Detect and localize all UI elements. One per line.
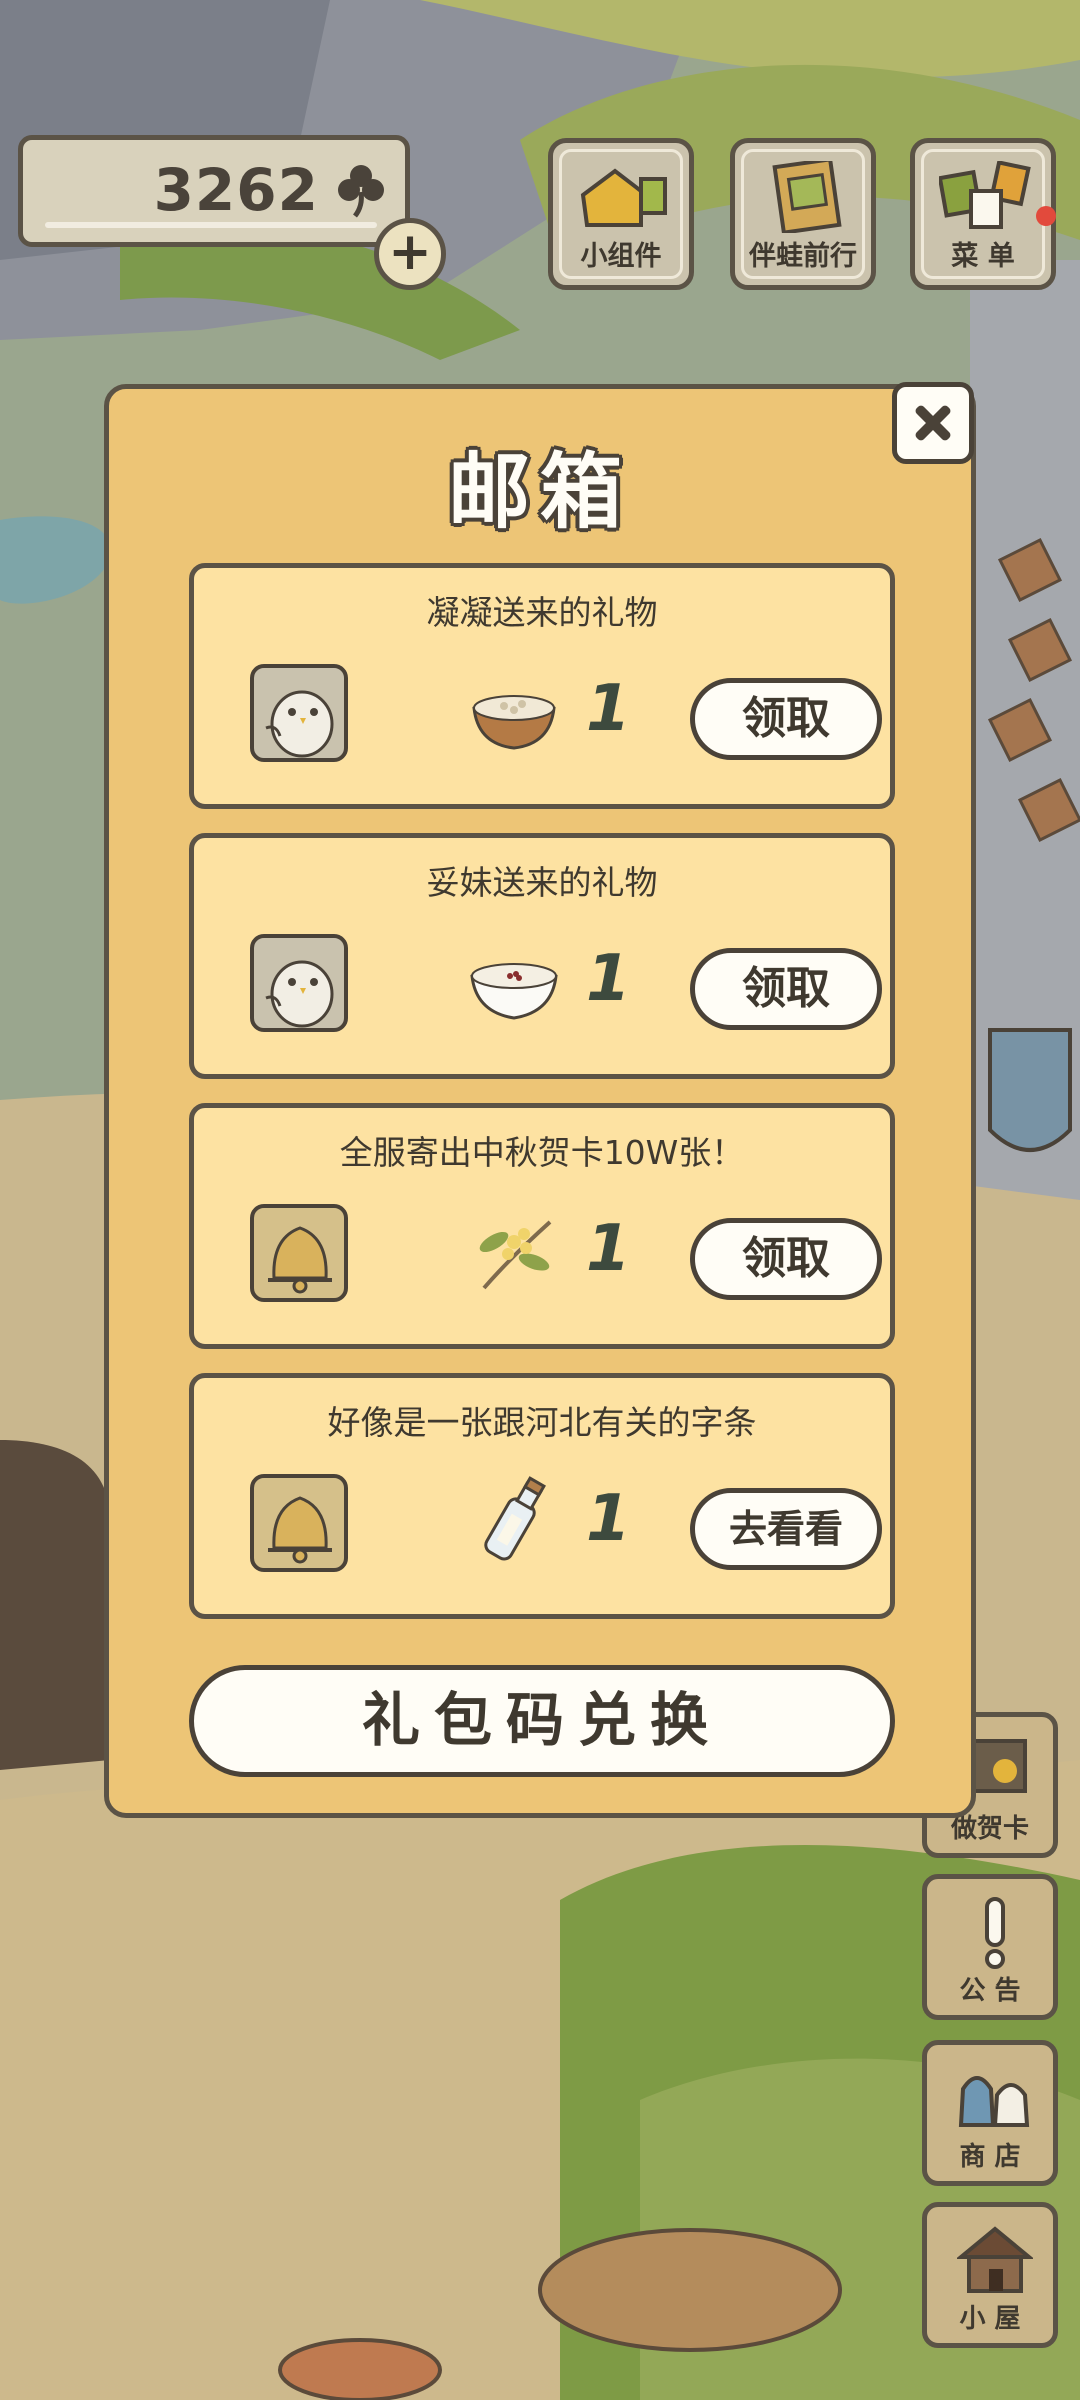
mail-title: 凝凝送来的礼物	[426, 593, 658, 632]
frog-photo-icon	[772, 161, 842, 233]
mail-item: 凝凝送来的礼物 1 领取	[189, 563, 895, 809]
claim-button[interactable]: 领取	[690, 678, 882, 760]
announcement-label: 公 告	[959, 1976, 1021, 2006]
item-quantity: 1	[586, 1212, 631, 1286]
house-icon	[957, 2226, 1033, 2293]
mail-item: 好像是一张跟河北有关的字条 1 去看看	[189, 1373, 895, 1619]
mail-title: 好像是一张跟河北有关的字条	[327, 1403, 757, 1442]
item-quantity: 1	[586, 942, 631, 1016]
mailbox-title: 邮箱	[447, 445, 632, 540]
widget-label: 小组件	[580, 241, 662, 272]
bell-icon	[250, 1474, 348, 1572]
house-button[interactable]: 小 屋	[922, 2202, 1058, 2348]
counter-underline	[45, 222, 377, 228]
claim-button[interactable]: 领取	[690, 1218, 882, 1300]
frog-journey-button[interactable]: 伴蛙前行	[730, 138, 876, 290]
mail-item: 全服寄出中秋贺卡10W张！ 1 领取	[189, 1103, 895, 1349]
announcement-button[interactable]: 公 告	[922, 1874, 1058, 2020]
shop-button[interactable]: 商 店	[922, 2040, 1058, 2186]
osmanthus-icon	[479, 1220, 552, 1290]
rice-bowl-icon	[472, 695, 556, 750]
bell-icon	[250, 1204, 348, 1302]
message-bottle-icon	[484, 1476, 546, 1561]
house-label: 小 屋	[959, 2304, 1021, 2334]
bird-avatar-icon	[250, 664, 348, 762]
clover-counter: 3262	[18, 135, 410, 247]
close-icon[interactable]	[892, 382, 974, 464]
mail-title: 妥妹送来的礼物	[426, 863, 658, 902]
mailbox-panel: 邮箱 凝凝送来的礼物 1 领取 妥妹送来的礼物 1 领取 全服寄出中秋贺卡10W…	[104, 384, 976, 1818]
mail-title: 全服寄出中秋贺卡10W张！	[339, 1133, 745, 1172]
menu-label: 菜 单	[951, 241, 1015, 272]
menu-button[interactable]: 菜 单	[910, 138, 1056, 290]
clover-icon	[338, 165, 384, 218]
item-quantity: 1	[586, 672, 631, 746]
notification-dot	[1036, 206, 1056, 226]
view-button[interactable]: 去看看	[690, 1488, 882, 1570]
bird-avatar-icon	[250, 934, 348, 1032]
shop-label: 商 店	[959, 2142, 1021, 2172]
widget-button[interactable]: 小组件	[548, 138, 694, 290]
redeem-code-button[interactable]: 礼包码兑换	[189, 1665, 895, 1777]
add-clover-button[interactable]: +	[374, 218, 446, 290]
frog-journey-label: 伴蛙前行	[749, 241, 857, 272]
shop-bags-icon	[958, 2076, 1030, 2127]
item-quantity: 1	[586, 1482, 631, 1556]
mail-item: 妥妹送来的礼物 1 领取	[189, 833, 895, 1079]
exclamation-icon	[985, 1897, 1005, 1969]
clover-count: 3262	[153, 156, 319, 224]
menu-cards-icon	[939, 161, 1031, 229]
widget-icon	[580, 168, 667, 227]
claim-button[interactable]: 领取	[690, 948, 882, 1030]
porridge-bowl-icon	[470, 963, 558, 1020]
